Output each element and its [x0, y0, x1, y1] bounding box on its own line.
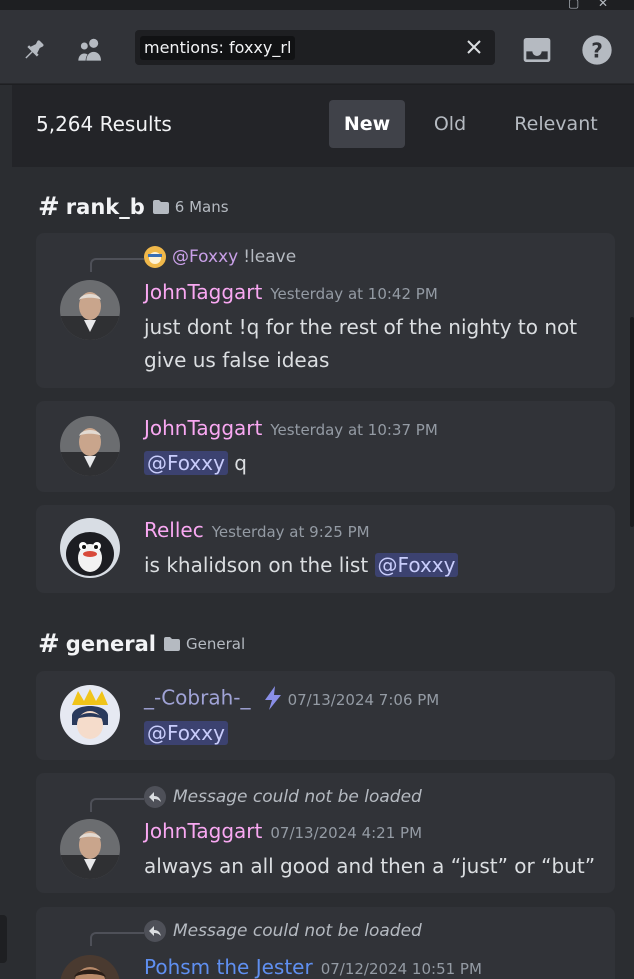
message-author[interactable]: JohnTaggart	[144, 416, 262, 440]
message-author[interactable]: _-Cobrah-_	[144, 686, 250, 710]
search-result-message[interactable]: Message could not be loaded JohnTaggart 0…	[36, 773, 615, 893]
reply-preview[interactable]: Message could not be loaded	[144, 920, 422, 942]
message-content: @Foxxy q	[144, 447, 604, 480]
channel-toolbar: mentions: foxxy_rl ?	[0, 10, 634, 84]
message-content: just dont !q for the rest of the nighty …	[144, 311, 604, 377]
sort-tab-old[interactable]: Old	[417, 100, 483, 148]
user-mention[interactable]: @Foxxy	[144, 721, 228, 745]
message-header: JohnTaggart Yesterday at 10:37 PM	[144, 416, 438, 440]
message-timestamp: Yesterday at 10:37 PM	[270, 421, 438, 439]
reply-text: Message could not be loaded	[173, 921, 422, 941]
message-author[interactable]: Pohsm the Jester	[144, 955, 313, 979]
reply-connector	[90, 932, 144, 946]
avatar[interactable]	[60, 280, 120, 340]
lightning-icon	[262, 685, 284, 715]
search-result-message[interactable]: @Foxxy !leave JohnTaggart Yesterday at 10…	[36, 233, 615, 388]
avatar[interactable]	[60, 416, 120, 476]
channel-category: 6 Mans	[174, 198, 229, 216]
channel-hash: #	[38, 629, 60, 659]
reply-connector	[90, 798, 144, 812]
message-line: just dont !q for the rest of the nighty …	[144, 315, 578, 339]
message-header: Pohsm the Jester 07/12/2024 10:51 PM	[144, 955, 482, 979]
avatar[interactable]	[60, 685, 120, 745]
message-header: JohnTaggart Yesterday at 10:42 PM	[144, 280, 438, 304]
sort-tab-relevant[interactable]: Relevant	[500, 100, 612, 148]
message-text: always an all good and then a “just” or …	[144, 854, 596, 878]
search-bar[interactable]: mentions: foxxy_rl	[135, 30, 495, 65]
message-timestamp: Yesterday at 10:42 PM	[270, 285, 438, 303]
message-header: JohnTaggart 07/13/2024 4:21 PM	[144, 819, 422, 843]
message-timestamp: 07/13/2024 4:21 PM	[270, 824, 423, 842]
scrollbar[interactable]	[630, 167, 634, 547]
avatar[interactable]	[60, 518, 120, 578]
channel-hash: #	[38, 192, 60, 222]
reply-text: Message could not be loaded	[173, 787, 422, 807]
scrollbar-thumb[interactable]	[630, 317, 634, 527]
channel-name: rank_b	[65, 195, 145, 219]
message-author[interactable]: Rellec	[144, 518, 204, 542]
user-mention[interactable]: @Foxxy	[374, 553, 459, 577]
members-icon[interactable]	[74, 33, 108, 67]
avatar[interactable]	[60, 819, 120, 879]
folder-icon	[164, 637, 180, 651]
avatar[interactable]	[60, 955, 120, 979]
message-content: always an all good and then a “just” or …	[144, 850, 604, 883]
reply-preview[interactable]: @Foxxy !leave	[144, 246, 296, 268]
search-query[interactable]: mentions: foxxy_rl	[140, 36, 296, 60]
close-icon[interactable]	[463, 36, 485, 58]
maximize-icon[interactable]: ▢	[568, 0, 579, 10]
search-result-message[interactable]: Rellec Yesterday at 9:25 PM is khalidson …	[36, 505, 615, 593]
results-header: 5,264 Results New Old Relevant	[12, 85, 634, 167]
message-header: _-Cobrah-_ 07/13/2024 7:06 PM	[144, 685, 439, 715]
search-result-message[interactable]: JohnTaggart Yesterday at 10:37 PM @Foxxy …	[36, 401, 615, 492]
channel-name: general	[65, 632, 156, 656]
help-icon[interactable]: ?	[580, 33, 614, 67]
reply-preview[interactable]: Message could not be loaded	[144, 786, 422, 808]
window-titlebar: ▢ ✕	[0, 0, 634, 10]
left-rail	[0, 85, 12, 979]
message-line: give us false ideas	[144, 348, 330, 372]
rail-indicator	[0, 915, 7, 963]
results-count: 5,264 Results	[36, 112, 172, 136]
search-results-panel: 5,264 Results New Old Relevant # rank_b …	[12, 85, 634, 979]
channel-header-rank-b[interactable]: # rank_b 6 Mans	[38, 192, 229, 222]
close-window-icon[interactable]: ✕	[598, 0, 608, 10]
message-header: Rellec Yesterday at 9:25 PM	[144, 518, 370, 542]
folder-icon	[152, 200, 169, 214]
reply-arrow-icon	[144, 786, 166, 808]
message-text: q	[234, 451, 247, 475]
search-result-message[interactable]: _-Cobrah-_ 07/13/2024 7:06 PM @Foxxy	[36, 671, 615, 760]
reply-avatar	[144, 246, 166, 268]
reply-arrow-icon	[144, 920, 166, 942]
reply-text: !leave	[243, 247, 297, 267]
inbox-icon[interactable]	[520, 33, 554, 67]
sort-tab-new[interactable]: New	[329, 100, 405, 148]
search-result-message[interactable]: Message could not be loaded Pohsm the Je…	[36, 907, 615, 979]
channel-category: General	[186, 635, 246, 653]
message-author[interactable]: JohnTaggart	[144, 280, 262, 304]
message-content: is khalidson on the list @Foxxy	[144, 549, 604, 582]
message-timestamp: Yesterday at 9:25 PM	[211, 523, 370, 541]
reply-connector	[90, 258, 144, 272]
message-timestamp: 07/13/2024 7:06 PM	[287, 690, 440, 709]
channel-header-general[interactable]: # general General	[38, 629, 246, 659]
message-text: is khalidson on the list	[144, 553, 369, 577]
pin-icon[interactable]	[18, 33, 52, 67]
reply-mention: @Foxxy	[172, 247, 239, 267]
message-timestamp: 07/12/2024 10:51 PM	[320, 960, 482, 978]
message-author[interactable]: JohnTaggart	[144, 819, 262, 843]
svg-text:?: ?	[591, 38, 603, 62]
message-content: @Foxxy	[144, 717, 604, 750]
user-mention[interactable]: @Foxxy	[144, 451, 228, 475]
